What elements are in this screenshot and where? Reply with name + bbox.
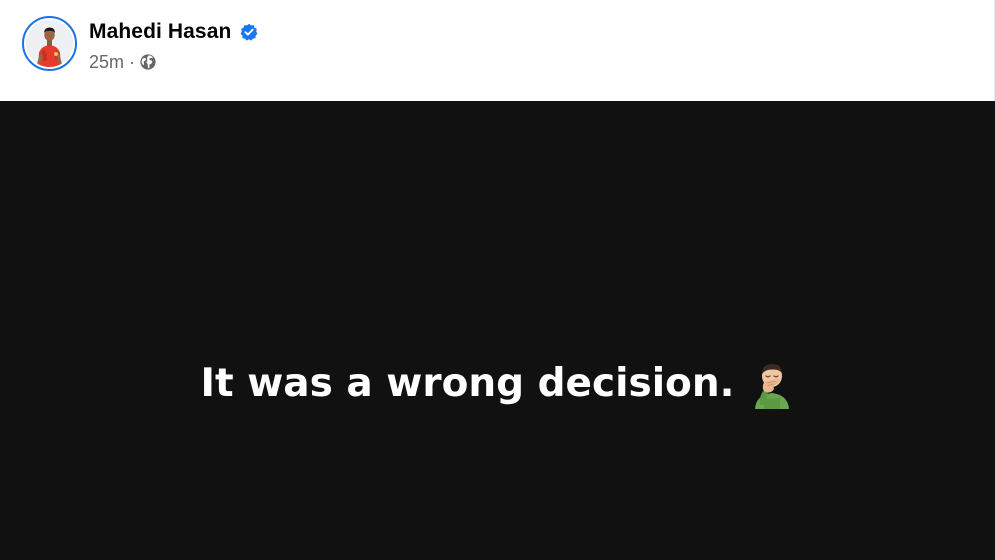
profile-photo-icon bbox=[26, 20, 73, 67]
post-timestamp[interactable]: 25m bbox=[89, 52, 124, 73]
author-row: Mahedi Hasan bbox=[89, 18, 258, 46]
globe-icon[interactable] bbox=[139, 53, 157, 71]
face-palm-emoji-icon bbox=[750, 359, 794, 409]
card-content: It was a wrong decision. bbox=[0, 356, 995, 412]
text-post-card: It was a wrong decision. bbox=[0, 101, 995, 560]
post-header: Mahedi Hasan 25m · bbox=[0, 0, 995, 101]
author-name[interactable]: Mahedi Hasan bbox=[89, 20, 231, 44]
avatar-photo bbox=[26, 20, 73, 67]
meta-separator: · bbox=[129, 51, 136, 72]
verified-badge-icon bbox=[240, 23, 258, 41]
post-meta: 25m · bbox=[89, 50, 157, 74]
post-text: It was a wrong decision. bbox=[200, 361, 735, 406]
facebook-post: Mahedi Hasan 25m · It was a wrong decisi… bbox=[0, 0, 995, 560]
author-avatar[interactable] bbox=[22, 16, 77, 71]
